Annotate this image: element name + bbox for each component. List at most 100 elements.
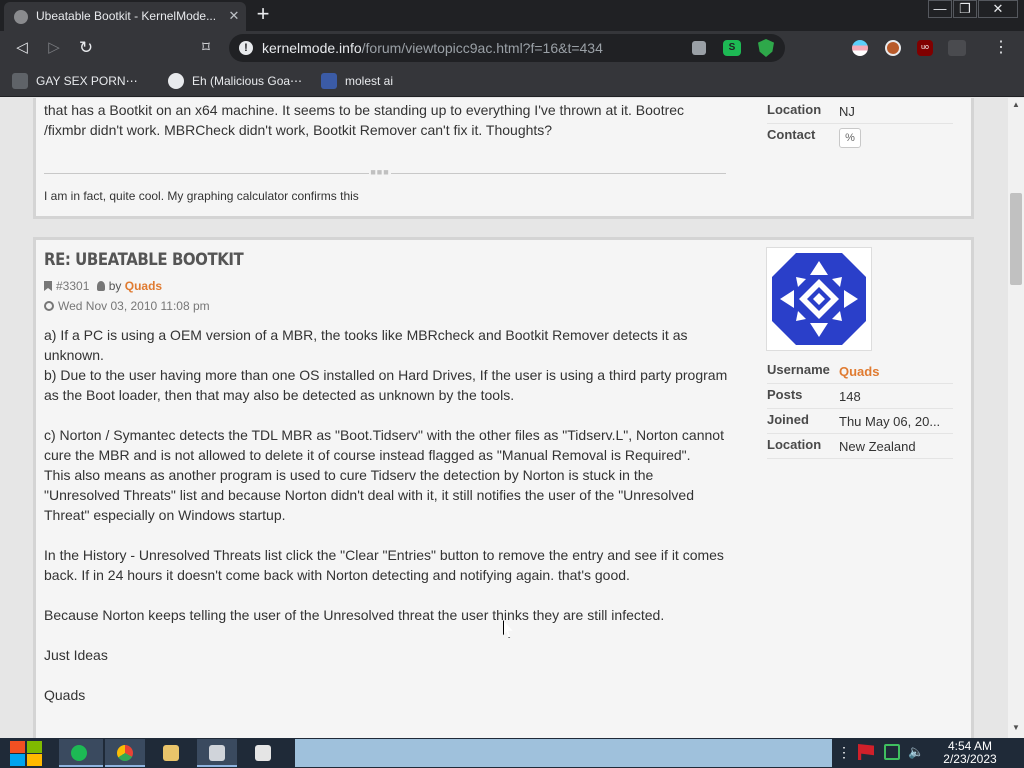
ublock-icon[interactable]: uo	[917, 40, 933, 56]
profile-value: 148	[839, 389, 861, 404]
contact-link-icon[interactable]: %	[839, 128, 861, 148]
system-clock[interactable]: 4:54 AM 2/23/2023	[932, 740, 1008, 766]
globe-icon	[168, 73, 184, 89]
profile-value: New Zealand	[839, 439, 916, 454]
url-text[interactable]: kernelmode.info/forum/viewtopicc9ac.html…	[262, 40, 603, 56]
profile-label: Location	[767, 102, 822, 117]
profile-row-contact: Contact %	[767, 125, 953, 155]
forward-icon[interactable]: ▷	[43, 38, 65, 58]
post-paragraph	[44, 665, 728, 685]
reload-icon[interactable]: ↻	[75, 38, 97, 58]
browser-toolbar: ◁ ▷ ↻ ⌑ ! kernelmode.info/forum/viewtopi…	[0, 31, 1024, 66]
network-icon[interactable]	[884, 744, 900, 760]
taskbar-app[interactable]	[243, 739, 283, 767]
signature-divider-dots: ■■■	[369, 167, 391, 177]
profile-label: Username	[767, 362, 830, 377]
profile-row-username: Username Quads	[767, 360, 953, 384]
clock-icon	[44, 301, 54, 311]
profile-row-location: Location New Zealand	[767, 435, 953, 459]
maximize-button[interactable]: ❐	[953, 0, 977, 18]
bookmark-label: Eh (Malicious Goa⋯	[192, 74, 303, 88]
post-body: that has a Bootkit on an x64 machine. It…	[44, 102, 685, 138]
bookmark-item[interactable]: molest ai	[321, 72, 393, 90]
app-icon	[209, 745, 225, 761]
profile-username-link[interactable]: Quads	[839, 362, 953, 382]
profile-label: Contact	[767, 127, 816, 142]
bookmark-item[interactable]: Eh (Malicious Goa⋯	[168, 72, 302, 90]
page-scrollbar[interactable]: ▲ ▼	[1008, 98, 1024, 738]
tab-close-icon[interactable]: ✕	[226, 7, 242, 25]
post-paragraph: Because Norton keeps telling the user of…	[44, 607, 665, 623]
post-body: a) If a PC is using a OEM version of a M…	[44, 325, 728, 738]
scroll-up-icon[interactable]: ▲	[1012, 101, 1020, 109]
start-button[interactable]	[8, 740, 44, 766]
post-paragraph	[44, 585, 728, 605]
identicon-image	[772, 253, 866, 345]
extension-icon[interactable]	[948, 40, 966, 56]
taskbar-explorer[interactable]	[151, 739, 191, 767]
tab-title: Ubeatable Bootkit - KernelMode...	[36, 9, 217, 23]
browser-menu-icon[interactable]: ⋮	[992, 39, 1010, 57]
by-label: by	[108, 279, 122, 293]
blocked-content-icon[interactable]	[692, 41, 706, 55]
taskbar: ⋮ 🔈 4:54 AM 2/23/2023	[0, 738, 1024, 768]
profile-avatar-icon[interactable]	[885, 40, 901, 56]
favicon-icon	[14, 10, 28, 24]
forum-post: that has a Bootkit on an x64 machine. It…	[33, 98, 974, 219]
post-paragraph: Just Ideas	[44, 647, 108, 663]
clock-date: 2/23/2023	[943, 752, 997, 766]
post-paragraph: a) If a PC is using a OEM version of a M…	[44, 327, 688, 363]
scrollbar-thumb[interactable]	[1010, 193, 1022, 285]
post-paragraph: This also means as another program is us…	[44, 467, 694, 523]
page-viewport: that has a Bootkit on an x64 machine. It…	[0, 98, 1008, 738]
post-paragraph: In the History - Unresolved Threats list…	[44, 547, 724, 583]
post-date-text: Wed Nov 03, 2010 11:08 pm	[58, 299, 210, 313]
author-link[interactable]: Quads	[125, 279, 162, 293]
spotify-icon	[71, 745, 87, 761]
profile-row-location: Location NJ	[767, 100, 953, 124]
spotify-extension-icon[interactable]: S	[723, 40, 741, 56]
tab-strip: Ubeatable Bootkit - KernelMode... ✕ + — …	[0, 0, 1024, 31]
taskbar-chrome[interactable]	[105, 739, 145, 767]
taskbar-app[interactable]	[197, 739, 237, 767]
profile-row-posts: Posts 148	[767, 385, 953, 409]
shield-extension-icon[interactable]	[758, 39, 774, 57]
new-tab-button[interactable]: +	[252, 3, 274, 27]
bookmark-page-icon[interactable]: ⌑	[195, 38, 217, 58]
signature-text: I am in fact, quite cool. My graphing ca…	[44, 189, 359, 203]
back-icon[interactable]: ◁	[11, 38, 33, 58]
windows-logo-icon	[27, 754, 42, 766]
windows-logo-icon	[27, 741, 42, 753]
profile-label: Posts	[767, 387, 803, 402]
avatar[interactable]	[766, 247, 872, 351]
flag-extension-icon[interactable]	[852, 40, 868, 56]
chrome-icon	[117, 745, 133, 761]
minimize-button[interactable]: —	[928, 0, 952, 18]
url-host: kernelmode.info	[262, 40, 362, 56]
profile-value: Thu May 06, 20...	[839, 414, 941, 429]
tray-overflow-icon[interactable]: ⋮	[836, 744, 852, 760]
tab-active[interactable]: Ubeatable Bootkit - KernelMode... ✕	[4, 2, 246, 31]
address-bar[interactable]: ! kernelmode.info/forum/viewtopicc9ac.ht…	[229, 34, 785, 62]
bookmark-icon	[44, 281, 52, 291]
volume-icon[interactable]: 🔈	[908, 744, 924, 760]
app-icon	[255, 745, 271, 761]
scroll-down-icon[interactable]: ▼	[1012, 724, 1020, 732]
post-meta: #3301 by Quads	[44, 277, 162, 295]
taskbar-spotify[interactable]	[59, 739, 103, 767]
bookmark-label: GAY SEX PORN⋯	[36, 74, 138, 88]
action-center-flag-icon[interactable]	[858, 744, 874, 760]
post-title[interactable]: Re: Ubeatable Bootkit	[44, 250, 484, 272]
window-close-button[interactable]: ✕	[978, 0, 1018, 18]
post-date: Wed Nov 03, 2010 11:08 pm	[44, 297, 210, 315]
post-paragraph	[44, 525, 728, 545]
folder-icon	[163, 745, 179, 761]
post-number-link[interactable]: #3301	[56, 279, 89, 293]
site-info-icon[interactable]: !	[239, 41, 253, 55]
user-icon	[96, 281, 105, 291]
profile-value: NJ	[839, 104, 855, 119]
page-icon	[12, 73, 28, 89]
bookmark-item[interactable]: GAY SEX PORN⋯	[12, 72, 138, 90]
windows-logo-icon	[10, 754, 25, 766]
url-path: /forum/viewtopicc9ac.html?f=16&t=434	[361, 40, 603, 56]
